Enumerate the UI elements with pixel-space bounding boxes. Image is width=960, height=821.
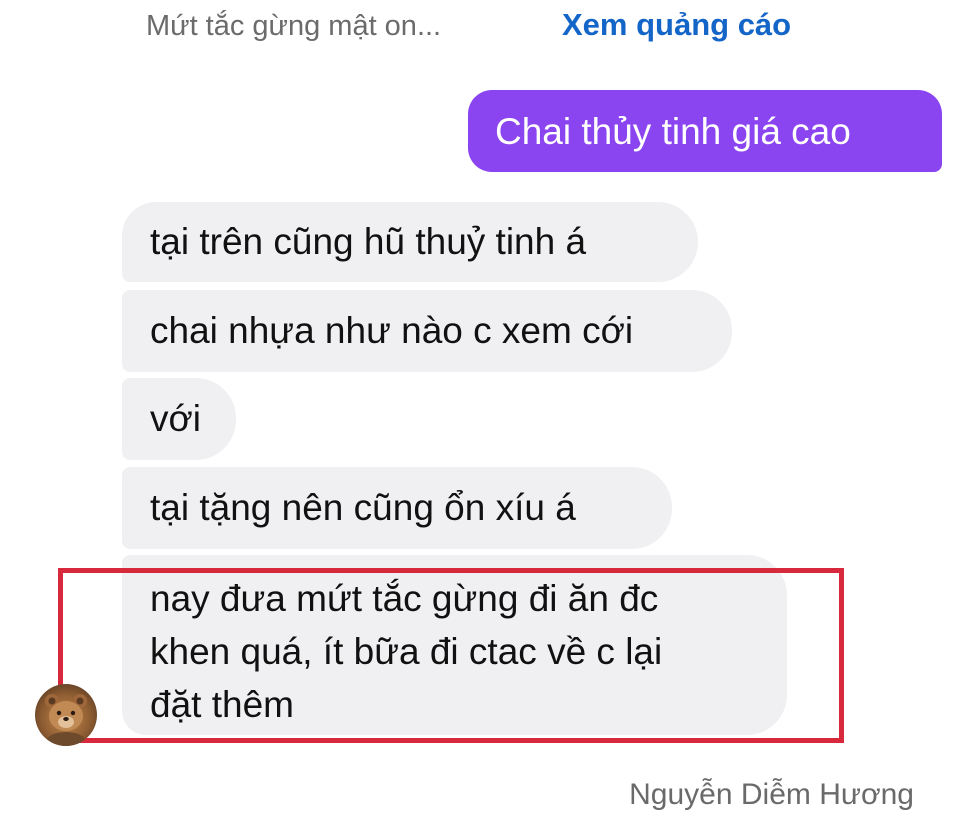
bear-avatar-icon[interactable] xyxy=(35,684,97,746)
outgoing-message-bubble[interactable]: Chai thủy tinh giá cao xyxy=(468,90,942,172)
incoming-message-text: tại tặng nên cũng ổn xíu á xyxy=(150,487,576,528)
view-ad-link[interactable]: Xem quảng cáo xyxy=(562,6,791,44)
attribution-name: Nguyễn Diễm Hương xyxy=(629,778,914,811)
highlight-annotation-box xyxy=(58,568,844,743)
incoming-message-bubble[interactable]: tại tặng nên cũng ổn xíu á xyxy=(122,467,672,549)
outgoing-message-text: Chai thủy tinh giá cao xyxy=(495,111,851,152)
ad-header-bar: Mứt tắc gừng mật on... Xem quảng cáo xyxy=(0,0,960,56)
ad-product-title[interactable]: Mứt tắc gừng mật on... xyxy=(146,8,441,44)
incoming-message-text: tại trên cũng hũ thuỷ tinh á xyxy=(150,221,587,262)
incoming-message-bubble[interactable]: với xyxy=(122,378,236,460)
incoming-message-bubble[interactable]: tại trên cũng hũ thuỷ tinh á xyxy=(122,202,698,282)
incoming-message-bubble[interactable]: chai nhựa như nào c xem cới xyxy=(122,290,732,372)
incoming-message-text: chai nhựa như nào c xem cới xyxy=(150,310,634,351)
incoming-message-text: với xyxy=(150,398,201,439)
